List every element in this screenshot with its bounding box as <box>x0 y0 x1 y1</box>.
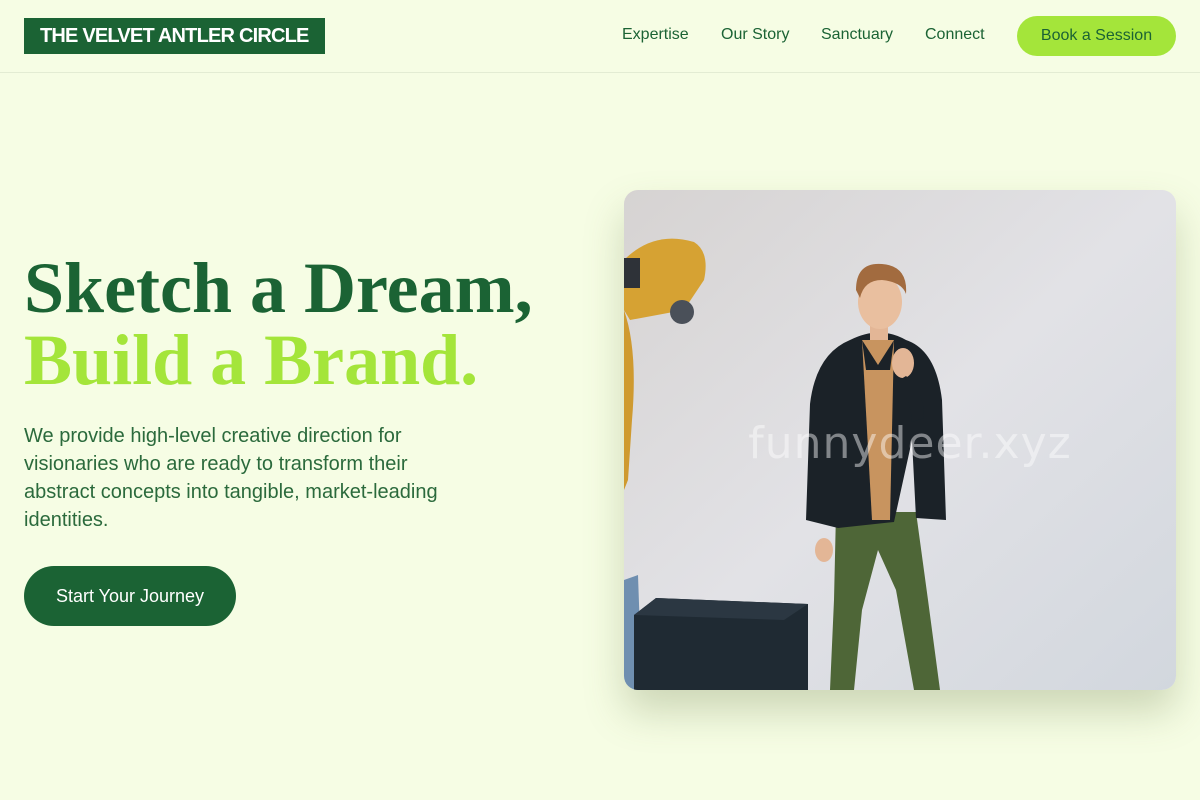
brand-logo[interactable]: THE VELVET ANTLER CIRCLE <box>24 18 325 54</box>
start-journey-button[interactable]: Start Your Journey <box>24 566 236 626</box>
headline-line-2: Build a Brand. <box>24 320 479 400</box>
headline-line-1: Sketch a Dream, <box>24 248 533 328</box>
hero-description: We provide high-level creative direction… <box>24 425 438 531</box>
nav-link-expertise[interactable]: Expertise <box>622 24 689 46</box>
hero-photo: funnydeer.xyz <box>624 190 1176 690</box>
image-watermark: funnydeer.xyz <box>748 418 1072 469</box>
nav-link-our-story[interactable]: Our Story <box>721 24 789 46</box>
nav-link-sanctuary[interactable]: Sanctuary <box>821 24 893 46</box>
site-header: THE VELVET ANTLER CIRCLE Expertise Our S… <box>0 0 1200 73</box>
nav-link-connect[interactable]: Connect <box>925 24 985 46</box>
book-session-button[interactable]: Book a Session <box>1017 16 1176 56</box>
hero-headline: Sketch a Dream, Build a Brand. <box>24 252 584 396</box>
